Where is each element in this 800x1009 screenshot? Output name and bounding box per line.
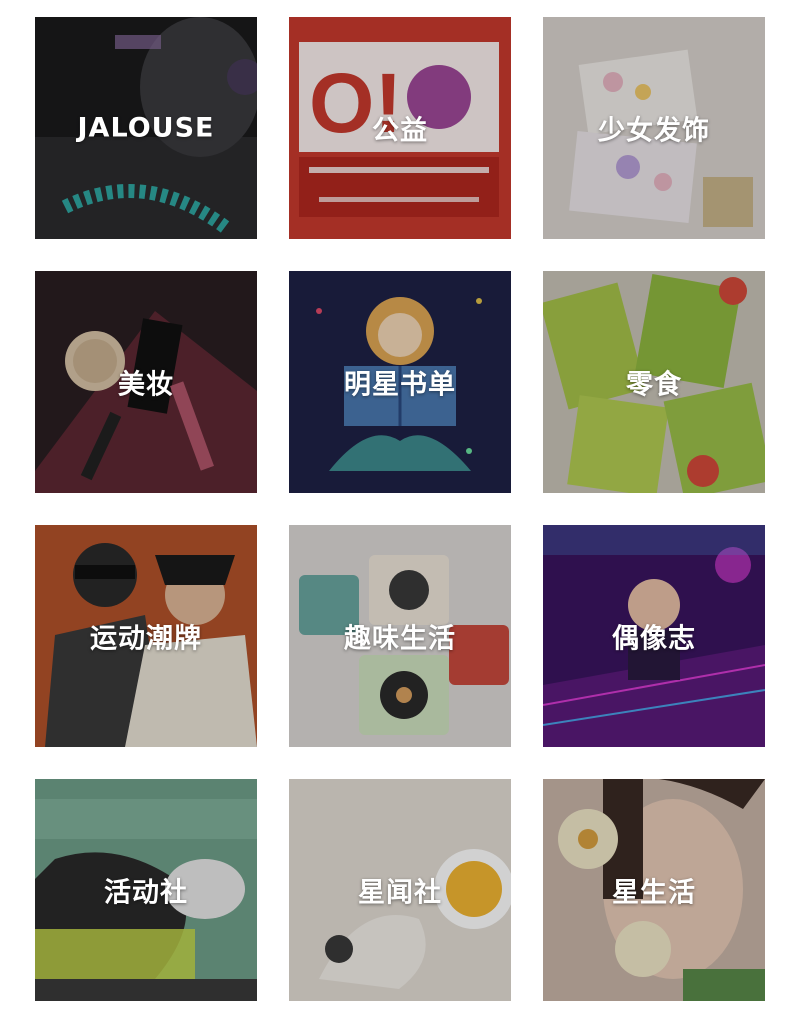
tile-star-news[interactable]: 星闻社 xyxy=(289,779,511,1001)
tile-jalouse[interactable]: JALOUSE xyxy=(35,17,257,239)
tile-label: 偶像志 xyxy=(612,623,696,655)
tile-label: 活动社 xyxy=(104,877,188,909)
category-grid: JALOUSE O! 公益 少女发饰 美妆 明星书单 零食 运动潮牌 趣味生活 … xyxy=(0,0,800,1009)
tile-book-list[interactable]: 明星书单 xyxy=(289,271,511,493)
tile-charity[interactable]: O! 公益 xyxy=(289,17,511,239)
tile-label: 少女发饰 xyxy=(598,115,710,147)
tile-label: 星生活 xyxy=(612,877,696,909)
tile-label: 星闻社 xyxy=(358,877,442,909)
tile-hair-accessories[interactable]: 少女发饰 xyxy=(543,17,765,239)
tile-idol[interactable]: 偶像志 xyxy=(543,525,765,747)
tile-label: 明星书单 xyxy=(344,369,456,401)
tile-fun-life[interactable]: 趣味生活 xyxy=(289,525,511,747)
tile-snacks[interactable]: 零食 xyxy=(543,271,765,493)
tile-star-life[interactable]: 星生活 xyxy=(543,779,765,1001)
tile-label: JALOUSE xyxy=(77,112,215,144)
tile-sportswear[interactable]: 运动潮牌 xyxy=(35,525,257,747)
tile-events[interactable]: 活动社 xyxy=(35,779,257,1001)
tile-label: 趣味生活 xyxy=(344,623,456,655)
tile-makeup[interactable]: 美妆 xyxy=(35,271,257,493)
tile-label: 公益 xyxy=(372,115,428,147)
tile-label: 零食 xyxy=(626,369,682,401)
tile-label: 美妆 xyxy=(118,369,174,401)
tile-label: 运动潮牌 xyxy=(90,623,202,655)
